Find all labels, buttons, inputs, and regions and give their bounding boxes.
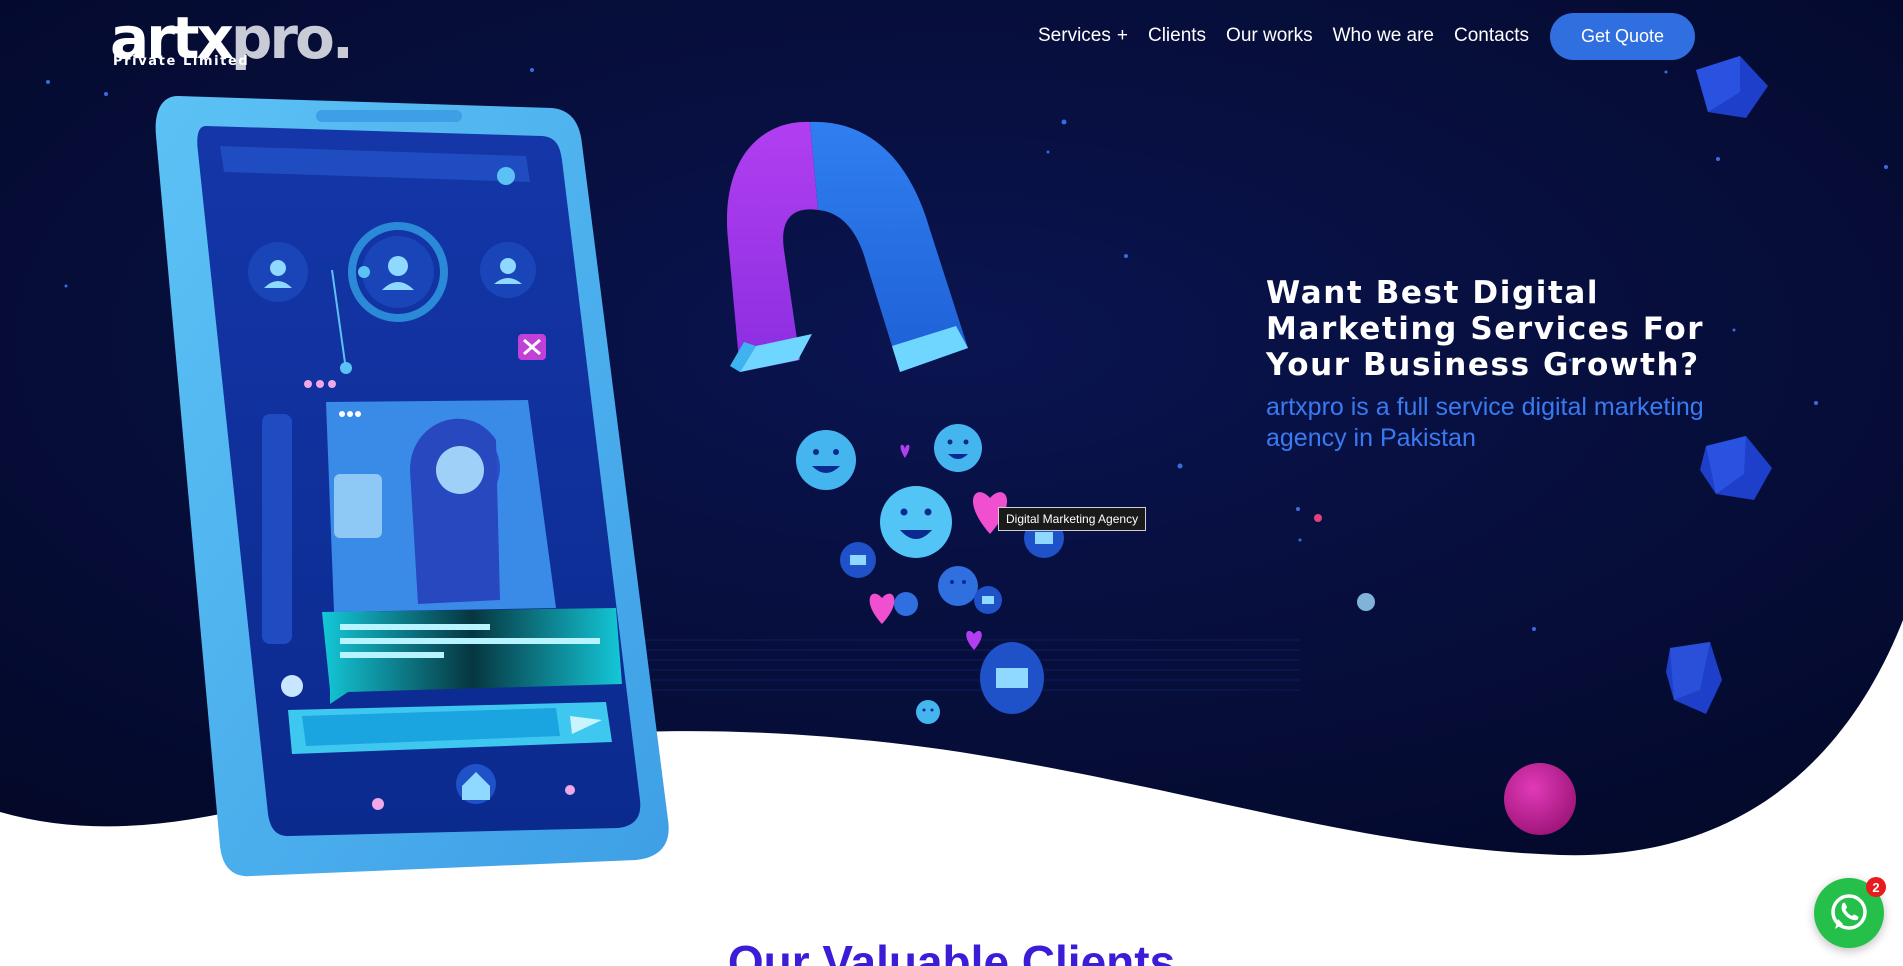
image-tooltip: Digital Marketing Agency bbox=[998, 507, 1147, 531]
whatsapp-chat-button[interactable]: 2 bbox=[1814, 877, 1886, 948]
nav-item-services[interactable]: Services + bbox=[1038, 25, 1128, 47]
main-nav: Services + Clients Our works Who we are C… bbox=[1038, 12, 1695, 60]
brand-logo[interactable]: artxpro. Private Limited bbox=[110, 6, 354, 74]
hero-section: artxpro. Private Limited Services + Clien… bbox=[0, 0, 1903, 966]
clients-heading: Our Valuable Clients bbox=[727, 936, 1176, 966]
nav-item-clients[interactable]: Clients bbox=[1148, 25, 1206, 47]
logo-tagline: Private Limited bbox=[113, 54, 250, 69]
get-quote-button[interactable]: Get Quote bbox=[1549, 12, 1695, 60]
nav-item-our-works[interactable]: Our works bbox=[1226, 25, 1313, 47]
plus-icon: + bbox=[1116, 25, 1128, 46]
whatsapp-icon bbox=[1831, 894, 1867, 930]
hero-illustration bbox=[0, 0, 1903, 877]
nav-item-who-we-are[interactable]: Who we are bbox=[1333, 25, 1434, 47]
nav-item-services-label: Services bbox=[1038, 25, 1111, 46]
nav-item-contacts[interactable]: Contacts bbox=[1454, 25, 1529, 47]
notification-badge: 2 bbox=[1866, 877, 1886, 897]
hero-subtitle: artxpro is a full service digital market… bbox=[1266, 393, 1704, 452]
hero-title: Want Best Digital Marketing Services For… bbox=[1266, 275, 1705, 383]
